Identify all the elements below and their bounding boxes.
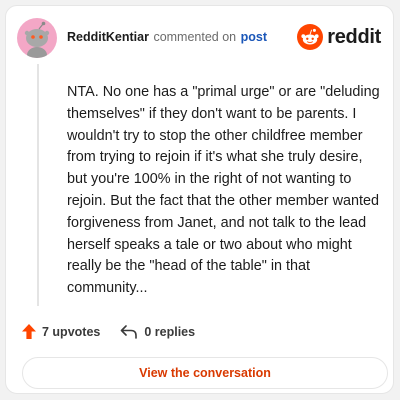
comment-header: RedditKentiar commented on post (67, 30, 267, 44)
post-link[interactable]: post (241, 30, 267, 44)
reddit-alien-icon (297, 24, 324, 50)
upvote-arrow-icon (22, 324, 36, 339)
reply-arrow-icon (121, 324, 138, 339)
upvote-button[interactable]: 7 upvotes (22, 324, 100, 339)
view-conversation-button[interactable]: View the conversation (22, 357, 388, 389)
reply-count: 0 replies (144, 324, 196, 339)
snoo-avatar-icon (24, 21, 50, 58)
comment-card: RedditKentiar commented on post reddit N… (5, 5, 394, 394)
comment-actions: 7 upvotes 0 replies (22, 324, 195, 339)
reply-button[interactable]: 0 replies (120, 325, 195, 339)
username[interactable]: RedditKentiar (67, 30, 149, 44)
action-text: commented on (153, 30, 237, 44)
upvote-count: 7 upvotes (42, 324, 101, 339)
comment-body: NTA. No one has a "primal urge" or are "… (67, 84, 380, 297)
avatar[interactable] (17, 18, 57, 58)
thread-line (37, 64, 39, 306)
reddit-wordmark: reddit (327, 25, 381, 48)
reddit-logo[interactable]: reddit (297, 24, 381, 50)
